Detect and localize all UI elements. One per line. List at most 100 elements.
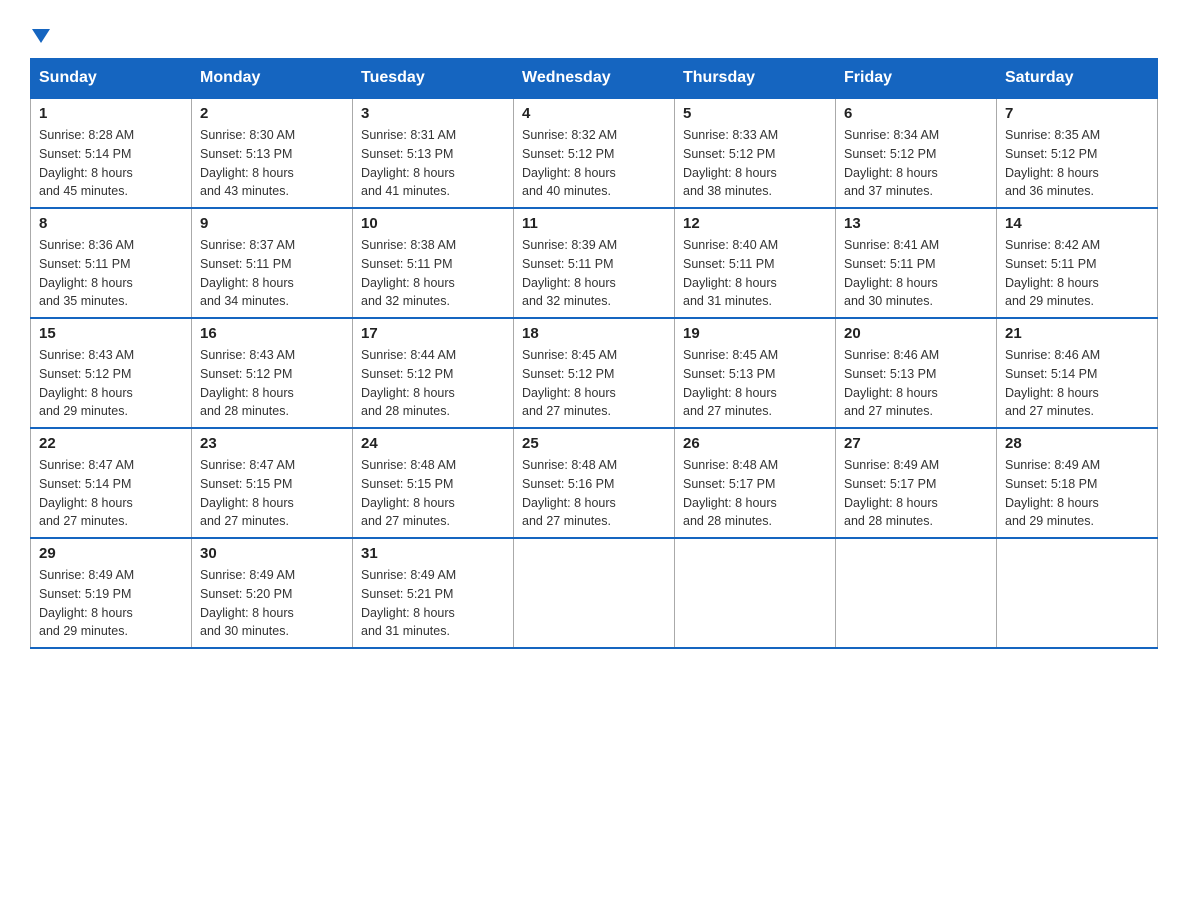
calendar-cell — [997, 538, 1158, 648]
day-info: Sunrise: 8:30 AMSunset: 5:13 PMDaylight:… — [200, 126, 344, 201]
day-info: Sunrise: 8:43 AMSunset: 5:12 PMDaylight:… — [200, 346, 344, 421]
calendar-cell: 21Sunrise: 8:46 AMSunset: 5:14 PMDayligh… — [997, 318, 1158, 428]
day-info: Sunrise: 8:49 AMSunset: 5:17 PMDaylight:… — [844, 456, 988, 531]
calendar-cell: 1Sunrise: 8:28 AMSunset: 5:14 PMDaylight… — [31, 98, 192, 208]
day-number: 25 — [522, 435, 666, 452]
day-info: Sunrise: 8:38 AMSunset: 5:11 PMDaylight:… — [361, 236, 505, 311]
logo-triangle-icon — [32, 29, 50, 43]
calendar-cell — [514, 538, 675, 648]
day-info: Sunrise: 8:31 AMSunset: 5:13 PMDaylight:… — [361, 126, 505, 201]
calendar-table: SundayMondayTuesdayWednesdayThursdayFrid… — [30, 58, 1158, 649]
calendar-cell: 25 Sunrise: 8:48 AMSunset: 5:16 PMDayligh… — [514, 428, 675, 538]
day-info: Sunrise: 8:46 AMSunset: 5:14 PMDaylight:… — [1005, 346, 1149, 421]
calendar-cell: 22 Sunrise: 8:47 AMSunset: 5:14 PMDayligh… — [31, 428, 192, 538]
calendar-cell: 4 Sunrise: 8:32 AMSunset: 5:12 PMDaylight… — [514, 98, 675, 208]
day-info: Sunrise: 8:43 AMSunset: 5:12 PMDaylight:… — [39, 346, 183, 421]
header-monday: Monday — [192, 59, 353, 99]
day-number: 7 — [1005, 105, 1149, 122]
day-info: Sunrise: 8:49 AMSunset: 5:18 PMDaylight:… — [1005, 456, 1149, 531]
day-info: Sunrise: 8:39 AMSunset: 5:11 PMDaylight:… — [522, 236, 666, 311]
calendar-cell: 31 Sunrise: 8:49 AMSunset: 5:21 PMDayligh… — [353, 538, 514, 648]
calendar-week-5: 29Sunrise: 8:49 AMSunset: 5:19 PMDayligh… — [31, 538, 1158, 648]
day-info: Sunrise: 8:45 AMSunset: 5:12 PMDaylight:… — [522, 346, 666, 421]
calendar-week-3: 15 Sunrise: 8:43 AMSunset: 5:12 PMDayligh… — [31, 318, 1158, 428]
header-tuesday: Tuesday — [353, 59, 514, 99]
calendar-cell: 26 Sunrise: 8:48 AMSunset: 5:17 PMDayligh… — [675, 428, 836, 538]
day-number: 22 — [39, 435, 183, 452]
day-number: 24 — [361, 435, 505, 452]
day-number: 30 — [200, 545, 344, 562]
header-wednesday: Wednesday — [514, 59, 675, 99]
calendar-cell: 23 Sunrise: 8:47 AMSunset: 5:15 PMDayligh… — [192, 428, 353, 538]
day-info: Sunrise: 8:32 AMSunset: 5:12 PMDaylight:… — [522, 126, 666, 201]
header-friday: Friday — [836, 59, 997, 99]
day-info: Sunrise: 8:48 AMSunset: 5:17 PMDaylight:… — [683, 456, 827, 531]
day-number: 28 — [1005, 435, 1149, 452]
day-number: 13 — [844, 215, 988, 232]
calendar-week-1: 1Sunrise: 8:28 AMSunset: 5:14 PMDaylight… — [31, 98, 1158, 208]
day-number: 11 — [522, 215, 666, 232]
day-number: 15 — [39, 325, 183, 342]
calendar-cell: 13Sunrise: 8:41 AMSunset: 5:11 PMDayligh… — [836, 208, 997, 318]
calendar-cell: 9Sunrise: 8:37 AMSunset: 5:11 PMDaylight… — [192, 208, 353, 318]
day-info: Sunrise: 8:34 AMSunset: 5:12 PMDaylight:… — [844, 126, 988, 201]
calendar-cell: 27 Sunrise: 8:49 AMSunset: 5:17 PMDayligh… — [836, 428, 997, 538]
calendar-cell: 15 Sunrise: 8:43 AMSunset: 5:12 PMDayligh… — [31, 318, 192, 428]
day-number: 26 — [683, 435, 827, 452]
calendar-cell: 16Sunrise: 8:43 AMSunset: 5:12 PMDayligh… — [192, 318, 353, 428]
page-header — [30, 20, 1158, 48]
calendar-cell: 7Sunrise: 8:35 AMSunset: 5:12 PMDaylight… — [997, 98, 1158, 208]
calendar-week-2: 8 Sunrise: 8:36 AMSunset: 5:11 PMDaylight… — [31, 208, 1158, 318]
day-number: 27 — [844, 435, 988, 452]
day-number: 12 — [683, 215, 827, 232]
day-number: 10 — [361, 215, 505, 232]
day-number: 3 — [361, 105, 505, 122]
day-info: Sunrise: 8:36 AMSunset: 5:11 PMDaylight:… — [39, 236, 183, 311]
day-info: Sunrise: 8:40 AMSunset: 5:11 PMDaylight:… — [683, 236, 827, 311]
day-number: 18 — [522, 325, 666, 342]
calendar-cell: 29Sunrise: 8:49 AMSunset: 5:19 PMDayligh… — [31, 538, 192, 648]
calendar-cell: 24 Sunrise: 8:48 AMSunset: 5:15 PMDayligh… — [353, 428, 514, 538]
logo — [30, 20, 50, 48]
header-sunday: Sunday — [31, 59, 192, 99]
day-number: 2 — [200, 105, 344, 122]
calendar-cell: 28 Sunrise: 8:49 AMSunset: 5:18 PMDayligh… — [997, 428, 1158, 538]
day-info: Sunrise: 8:47 AMSunset: 5:15 PMDaylight:… — [200, 456, 344, 531]
day-number: 29 — [39, 545, 183, 562]
day-number: 5 — [683, 105, 827, 122]
day-info: Sunrise: 8:42 AMSunset: 5:11 PMDaylight:… — [1005, 236, 1149, 311]
calendar-cell: 14 Sunrise: 8:42 AMSunset: 5:11 PMDayligh… — [997, 208, 1158, 318]
day-info: Sunrise: 8:45 AMSunset: 5:13 PMDaylight:… — [683, 346, 827, 421]
calendar-cell — [836, 538, 997, 648]
calendar-week-4: 22 Sunrise: 8:47 AMSunset: 5:14 PMDayligh… — [31, 428, 1158, 538]
day-number: 6 — [844, 105, 988, 122]
day-info: Sunrise: 8:33 AMSunset: 5:12 PMDaylight:… — [683, 126, 827, 201]
day-number: 14 — [1005, 215, 1149, 232]
day-number: 1 — [39, 105, 183, 122]
day-number: 4 — [522, 105, 666, 122]
day-info: Sunrise: 8:46 AMSunset: 5:13 PMDaylight:… — [844, 346, 988, 421]
day-number: 20 — [844, 325, 988, 342]
day-number: 23 — [200, 435, 344, 452]
day-info: Sunrise: 8:44 AMSunset: 5:12 PMDaylight:… — [361, 346, 505, 421]
day-info: Sunrise: 8:47 AMSunset: 5:14 PMDaylight:… — [39, 456, 183, 531]
calendar-cell — [675, 538, 836, 648]
day-number: 8 — [39, 215, 183, 232]
calendar-header-row: SundayMondayTuesdayWednesdayThursdayFrid… — [31, 59, 1158, 99]
calendar-cell: 19Sunrise: 8:45 AMSunset: 5:13 PMDayligh… — [675, 318, 836, 428]
day-number: 31 — [361, 545, 505, 562]
calendar-cell: 30Sunrise: 8:49 AMSunset: 5:20 PMDayligh… — [192, 538, 353, 648]
calendar-cell: 17 Sunrise: 8:44 AMSunset: 5:12 PMDayligh… — [353, 318, 514, 428]
calendar-cell: 8 Sunrise: 8:36 AMSunset: 5:11 PMDaylight… — [31, 208, 192, 318]
day-info: Sunrise: 8:49 AMSunset: 5:21 PMDaylight:… — [361, 566, 505, 641]
calendar-cell: 6 Sunrise: 8:34 AMSunset: 5:12 PMDaylight… — [836, 98, 997, 208]
calendar-cell: 5 Sunrise: 8:33 AMSunset: 5:12 PMDaylight… — [675, 98, 836, 208]
day-info: Sunrise: 8:48 AMSunset: 5:15 PMDaylight:… — [361, 456, 505, 531]
day-number: 17 — [361, 325, 505, 342]
calendar-cell: 2 Sunrise: 8:30 AMSunset: 5:13 PMDaylight… — [192, 98, 353, 208]
calendar-cell: 12 Sunrise: 8:40 AMSunset: 5:11 PMDayligh… — [675, 208, 836, 318]
calendar-cell: 3 Sunrise: 8:31 AMSunset: 5:13 PMDaylight… — [353, 98, 514, 208]
day-info: Sunrise: 8:48 AMSunset: 5:16 PMDaylight:… — [522, 456, 666, 531]
header-thursday: Thursday — [675, 59, 836, 99]
calendar-cell: 10 Sunrise: 8:38 AMSunset: 5:11 PMDayligh… — [353, 208, 514, 318]
